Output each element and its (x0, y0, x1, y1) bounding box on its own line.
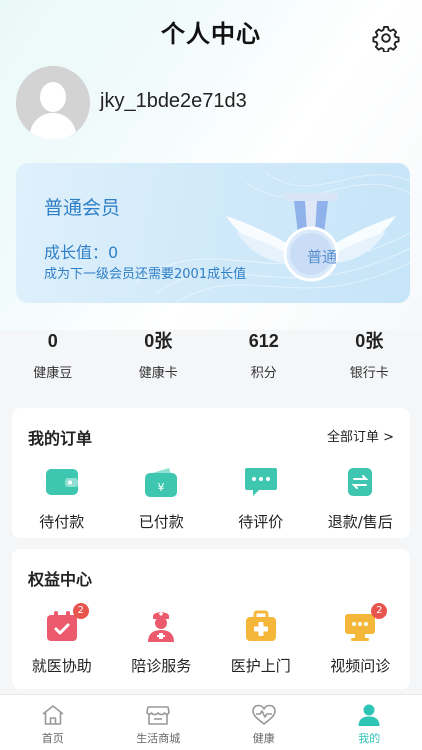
member-level: 普通会员 (44, 197, 121, 219)
rights-medical-assist[interactable]: 2 就医协助 (12, 603, 112, 676)
rights-label: 陪诊服务 (131, 657, 192, 675)
nurse-icon (148, 611, 175, 642)
rights-label: 视频问诊 (330, 657, 391, 675)
stat-label: 健康豆 (33, 366, 73, 381)
rights-label: 就医协助 (31, 657, 92, 675)
tab-health[interactable]: 健康 (211, 695, 317, 750)
stat-bank-cards[interactable]: 0张 银行卡 (317, 328, 422, 388)
member-medal-icon (226, 193, 396, 282)
rights-label: 医护上门 (230, 657, 291, 675)
tab-mine[interactable]: 我的 (317, 695, 422, 750)
rights-video-consult[interactable]: 2 视频问诊 (311, 603, 411, 676)
paid-icon: ¥ (145, 468, 178, 497)
stat-value: 0张 (355, 331, 384, 351)
order-pending-payment[interactable]: 待付款 (12, 465, 112, 532)
svg-text:¥: ¥ (158, 481, 165, 494)
rights-center-panel: 权益中心 2 就医协助 陪诊服务 医护上门 2 视频问诊 (12, 549, 410, 689)
order-label: 退款/售后 (327, 513, 393, 531)
tab-shop[interactable]: 生活商城 (106, 695, 212, 750)
shop-icon (146, 706, 171, 725)
bottom-tab-bar: 首页 生活商城 健康 我的 (0, 694, 422, 750)
medal-text: 普通 (306, 248, 337, 266)
my-orders-panel: 我的订单 全部订单 > 待付款 ¥ 已付款 待评价 退款/售后 (12, 408, 410, 538)
home-icon (42, 705, 64, 725)
settings-gear-icon[interactable] (372, 24, 400, 52)
stat-health-beans[interactable]: 0 健康豆 (0, 328, 106, 388)
wallet-icon (45, 469, 78, 495)
stat-value: 612 (248, 331, 279, 351)
member-card[interactable]: 普通会员 成长值：0 成为下一级会员还需要2001成长值 普通 (16, 163, 410, 303)
page-title: 个人中心 (161, 20, 261, 48)
growth-value: 成长值：0 (44, 243, 119, 262)
notification-badge: 2 (371, 603, 388, 619)
order-label: 待付款 (39, 513, 85, 531)
stat-label: 健康卡 (138, 366, 178, 381)
orders-title: 我的订单 (28, 429, 93, 448)
stat-points[interactable]: 612 积分 (211, 328, 317, 388)
stat-label: 银行卡 (349, 366, 389, 381)
stat-label: 积分 (250, 366, 277, 381)
avatar[interactable] (16, 66, 90, 140)
order-paid[interactable]: ¥ 已付款 (112, 465, 212, 532)
notification-badge: 2 (72, 603, 89, 619)
rights-home-care[interactable]: 医护上门 (211, 609, 311, 676)
all-orders-link[interactable]: 全部订单 > (327, 426, 394, 445)
default-avatar-icon (16, 66, 90, 140)
refund-icon (348, 468, 373, 496)
stat-value: 0 (47, 331, 58, 351)
order-label: 已付款 (138, 513, 184, 531)
stat-health-cards[interactable]: 0张 健康卡 (106, 328, 212, 388)
tab-label: 健康 (252, 732, 275, 745)
stats-bar: 0 健康豆 0张 健康卡 612 积分 0张 银行卡 (0, 328, 422, 388)
order-refund[interactable]: 退款/售后 (311, 465, 411, 532)
order-to-review[interactable]: 待评价 (211, 465, 311, 532)
order-label: 待评价 (238, 513, 284, 531)
rights-escort-service[interactable]: 陪诊服务 (112, 609, 212, 676)
stat-value: 0张 (144, 331, 173, 351)
medical-kit-icon (245, 610, 276, 641)
username: jky_1bde2e71d3 (100, 90, 247, 112)
tab-label: 生活商城 (136, 732, 181, 745)
comment-icon (244, 468, 277, 496)
tab-label: 我的 (358, 732, 381, 745)
rights-title: 权益中心 (28, 570, 93, 589)
heart-pulse-icon (251, 704, 276, 725)
tab-label: 首页 (41, 732, 64, 745)
user-icon (358, 704, 380, 726)
tab-home[interactable]: 首页 (0, 695, 106, 750)
